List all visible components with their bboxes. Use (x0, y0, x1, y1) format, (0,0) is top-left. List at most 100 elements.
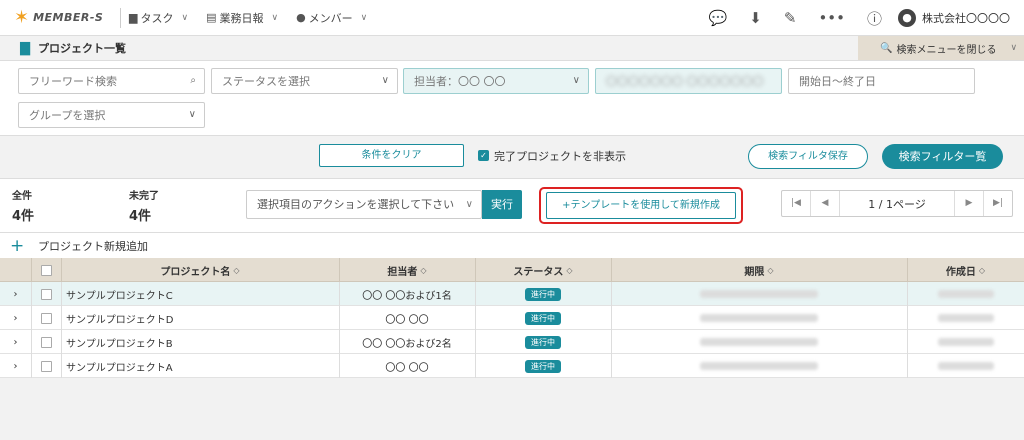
col-deadline[interactable]: 期限 ◇ (611, 258, 907, 282)
logo-mark-icon: ✶ (14, 7, 30, 28)
document-icon: ▇ (20, 40, 30, 56)
column-divider (31, 258, 32, 282)
table-header: プロジェクト名 ◇ 担当者 ◇ ステータス ◇ 期限 ◇ 作成日 ◇ (0, 258, 1024, 282)
counts-bar: 全件 4件 未完了 4件 選択項目のアクションを選択して下さい ∨ 実行 +テン… (0, 178, 1024, 232)
status-placeholder: ステータスを選択 (222, 75, 310, 88)
add-project-label[interactable]: プロジェクト新規追加 (38, 238, 148, 254)
expand-icon[interactable]: › (0, 330, 31, 354)
col-assignee[interactable]: 担当者 ◇ (339, 258, 475, 282)
deadline-cell (611, 306, 907, 330)
project-name[interactable]: サンプルプロジェクトA (66, 354, 336, 378)
bulk-action-select[interactable]: 選択項目のアクションを選択して下さい ∨ (246, 190, 482, 219)
logo[interactable]: ✶ MEMBER-S (0, 7, 120, 28)
status-select[interactable]: ステータスを選択 ∨ (211, 68, 398, 94)
blurred-created (937, 314, 994, 322)
chevron-down-icon: ∨ (271, 12, 279, 23)
row-checkbox[interactable] (40, 360, 52, 372)
chevron-down-icon: ∨ (181, 12, 189, 23)
nav-task[interactable]: ▆ タスク ∨ (129, 10, 188, 26)
row-checkbox-cell (31, 354, 61, 378)
chat-icon[interactable]: 💬 (709, 9, 728, 27)
nav-daily-report[interactable]: ▤ 業務日報 ∨ (206, 10, 278, 26)
date-range-input[interactable]: 開始日～終了日 (788, 68, 975, 94)
plus-icon[interactable]: + (10, 236, 26, 256)
blurred-deadline (700, 338, 818, 346)
select-all-checkbox[interactable] (40, 264, 52, 276)
nav-member[interactable]: ● メンバー ∨ (296, 10, 367, 26)
column-divider (61, 354, 62, 378)
assignee: 〇〇 〇〇 (385, 314, 429, 326)
status-cell: 進行中 (475, 306, 611, 330)
page-title: プロジェクト一覧 (38, 42, 126, 55)
next-page-icon[interactable]: ▶ (954, 191, 983, 216)
last-page-icon[interactable]: ▶| (983, 191, 1012, 216)
expand-icon[interactable]: › (0, 282, 31, 306)
status-cell: 進行中 (475, 354, 611, 378)
search-icon: 🔍 (880, 42, 893, 54)
prev-page-icon[interactable]: ◀ (811, 191, 840, 216)
avatar[interactable]: ● (898, 9, 916, 27)
blurred-deadline (700, 314, 818, 322)
filter-actions-row: 条件をクリア ✓ 完了プロジェクトを非表示 検索フィルタ保存 検索フィルター覧 (0, 136, 1024, 178)
sort-icon: ◇ (420, 265, 427, 275)
total-count-value: 4件 (12, 209, 35, 224)
group-select[interactable]: グループを選択 ∨ (18, 102, 205, 128)
file-icon: ▆ (129, 11, 138, 24)
table-row[interactable]: › サンプルプロジェクトC 〇〇 〇〇および1名 進行中 (0, 282, 1024, 306)
save-filter-button[interactable]: 検索フィルタ保存 (748, 144, 868, 169)
select-all-cell (31, 258, 61, 282)
col-assignee-label: 担当者 (387, 266, 418, 278)
create-from-template-button[interactable]: +テンプレートを使用して新規作成 (546, 192, 736, 219)
row-checkbox[interactable] (40, 336, 52, 348)
blurred-created (937, 362, 994, 370)
row-checkbox[interactable] (40, 288, 52, 300)
add-project-row[interactable]: + プロジェクト新規追加 (0, 232, 1024, 258)
download-file-icon[interactable]: ⬇ (749, 9, 762, 27)
chevron-down-icon: ∨ (572, 75, 580, 86)
bulk-action-placeholder: 選択項目のアクションを選択して下さい (257, 198, 455, 211)
status-cell: 進行中 (475, 282, 611, 306)
expand-icon[interactable]: › (0, 354, 31, 378)
assignee-select[interactable]: 担当者：〇〇 〇〇 ∨ (403, 68, 589, 94)
incomplete-count-value: 4件 (129, 209, 152, 224)
project-name[interactable]: サンプルプロジェクトD (66, 306, 336, 330)
total-count-label: 全件 (12, 191, 32, 202)
clear-conditions-button[interactable]: 条件をクリア (319, 144, 464, 167)
chevron-down-icon: ∨ (360, 12, 368, 23)
row-checkbox-cell (31, 330, 61, 354)
pencil-icon[interactable]: ✎ (784, 9, 797, 27)
close-search-menu-button[interactable]: 🔍 検索メニューを閉じる ∨ (858, 36, 1024, 60)
created-cell (907, 282, 1024, 306)
blurred-created (937, 290, 994, 298)
freeword-search-input[interactable]: フリーワード検索 ⌕ (18, 68, 205, 94)
blurred-filter-field[interactable]: 〇〇〇〇〇〇〇 〇〇〇〇〇〇〇 (595, 68, 782, 94)
created-cell (907, 306, 1024, 330)
execute-button[interactable]: 実行 (482, 190, 522, 219)
blurred-deadline (700, 362, 818, 370)
blurred-created (937, 338, 994, 346)
col-project-name-label: プロジェクト名 (160, 266, 231, 278)
group-placeholder: グループを選択 (29, 109, 106, 122)
table-row[interactable]: › サンプルプロジェクトA 〇〇 〇〇 進行中 (0, 354, 1024, 378)
search-icon: ⌕ (190, 75, 196, 86)
project-name[interactable]: サンプルプロジェクトC (66, 282, 336, 306)
project-name[interactable]: サンプルプロジェクトB (66, 330, 336, 354)
col-status[interactable]: ステータス ◇ (475, 258, 611, 282)
hide-completed-label[interactable]: 完了プロジェクトを非表示 (494, 148, 626, 164)
hide-completed-checkbox[interactable]: ✓ (478, 150, 489, 161)
expand-icon[interactable]: › (0, 306, 31, 330)
first-page-icon[interactable]: |◀ (782, 191, 811, 216)
table-row[interactable]: › サンプルプロジェクトD 〇〇 〇〇 進行中 (0, 306, 1024, 330)
col-status-label: ステータス (513, 266, 564, 278)
assignee: 〇〇 〇〇および1名 (362, 290, 452, 302)
info-icon[interactable]: ⓘ (867, 8, 882, 29)
company-name[interactable]: 株式会社〇〇〇〇 (922, 10, 1010, 26)
row-checkbox[interactable] (40, 312, 52, 324)
col-project-name[interactable]: プロジェクト名 ◇ (61, 258, 339, 282)
col-created[interactable]: 作成日 ◇ (907, 258, 1024, 282)
filter-list-button[interactable]: 検索フィルター覧 (882, 144, 1003, 169)
sort-icon: ◇ (233, 265, 240, 275)
deadline-cell (611, 330, 907, 354)
more-icon[interactable]: ••• (818, 9, 845, 27)
table-row[interactable]: › サンプルプロジェクトB 〇〇 〇〇および2名 進行中 (0, 330, 1024, 354)
